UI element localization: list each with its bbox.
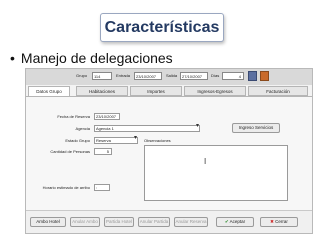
estado-grupo-select[interactable]: Reserva [94,137,138,144]
print-icon[interactable] [260,71,269,81]
action-bar: Ambo Hotel Anular Ambo Partida Hotel Anu… [26,210,312,233]
salida-label: Salida [166,73,178,78]
cerrar-button[interactable]: ✖ Cerrar [260,217,298,227]
tab-ingresos-egresos[interactable]: Ingresos-Egresos [184,86,246,96]
agencia-chevron-down-icon[interactable]: ▾ [196,122,199,129]
entrada-label: Entrada [116,73,131,78]
tab-habitaciones[interactable]: Habitaciones [76,86,128,96]
tab-datos-grupo[interactable]: Datos Grupo [28,86,70,96]
horario-arribo-field[interactable]: : [94,184,110,191]
calendar-icon[interactable] [248,71,257,81]
bullet-item: • Manejo de delegaciones [10,50,173,66]
anular-ambo-button[interactable]: Anular Ambo [70,217,100,227]
cantidad-personas-label: Cantidad de Personas [50,149,90,154]
bullet-text: Manejo de delegaciones [20,50,173,66]
salida-field[interactable]: 27/10/2007 [180,72,208,80]
bullet-dot-icon: • [10,50,15,66]
aceptar-button[interactable]: ✔ Aceptar [216,217,254,227]
grupo-label: Grupo [76,73,88,78]
aceptar-label: Aceptar [229,219,246,224]
entrada-field[interactable]: 23/10/2007 [134,72,162,80]
text-cursor-icon: I [204,157,207,166]
group-toolbar: Grupo 114 Entrada 23/10/2007 Salida 27/1… [26,69,312,85]
cerrar-label: Cerrar [275,219,288,224]
observaciones-textarea[interactable] [144,145,288,201]
tab-importes[interactable]: Importes [130,86,182,96]
fecha-reserva-field[interactable]: 23/10/2007 [94,113,120,120]
fecha-reserva-label: Fecha de Reserva [57,114,90,119]
partida-hotel-button[interactable]: Partida Hotel [104,217,134,227]
grupo-field[interactable]: 114 [92,72,112,80]
anular-reserva-button[interactable]: Anular Reserva [174,217,208,227]
ingreso-servicios-button[interactable]: Ingreso Servicios [232,123,280,133]
horario-arribo-label: Horario estimado de arribo [42,185,90,190]
agencia-label: Agencia [75,126,90,131]
estado-chevron-down-icon[interactable]: ▾ [134,134,137,141]
observaciones-label: Observaciones [144,138,171,143]
tab-bar: Datos Grupo Habitaciones Importes Ingres… [26,86,312,96]
close-icon: ✖ [270,219,274,224]
dias-field[interactable]: 4 [222,72,244,80]
ambo-hotel-button[interactable]: Ambo Hotel [30,217,66,227]
tab-facturacion[interactable]: Facturación [248,86,308,96]
estado-grupo-label: Estado Grupo [65,138,90,143]
datos-grupo-panel: Fecha de Reserva 23/10/2007 Agencia Agen… [26,96,312,233]
anular-partida-button[interactable]: Anular Partida [138,217,170,227]
cantidad-personas-field[interactable]: 5 [94,148,112,155]
dias-label: Días [211,73,220,78]
agencia-select[interactable]: Agencia 1 [94,125,200,132]
slide-title: Características [100,13,224,42]
app-window: Grupo 114 Entrada 23/10/2007 Salida 27/1… [25,68,313,234]
check-icon: ✔ [224,219,229,224]
